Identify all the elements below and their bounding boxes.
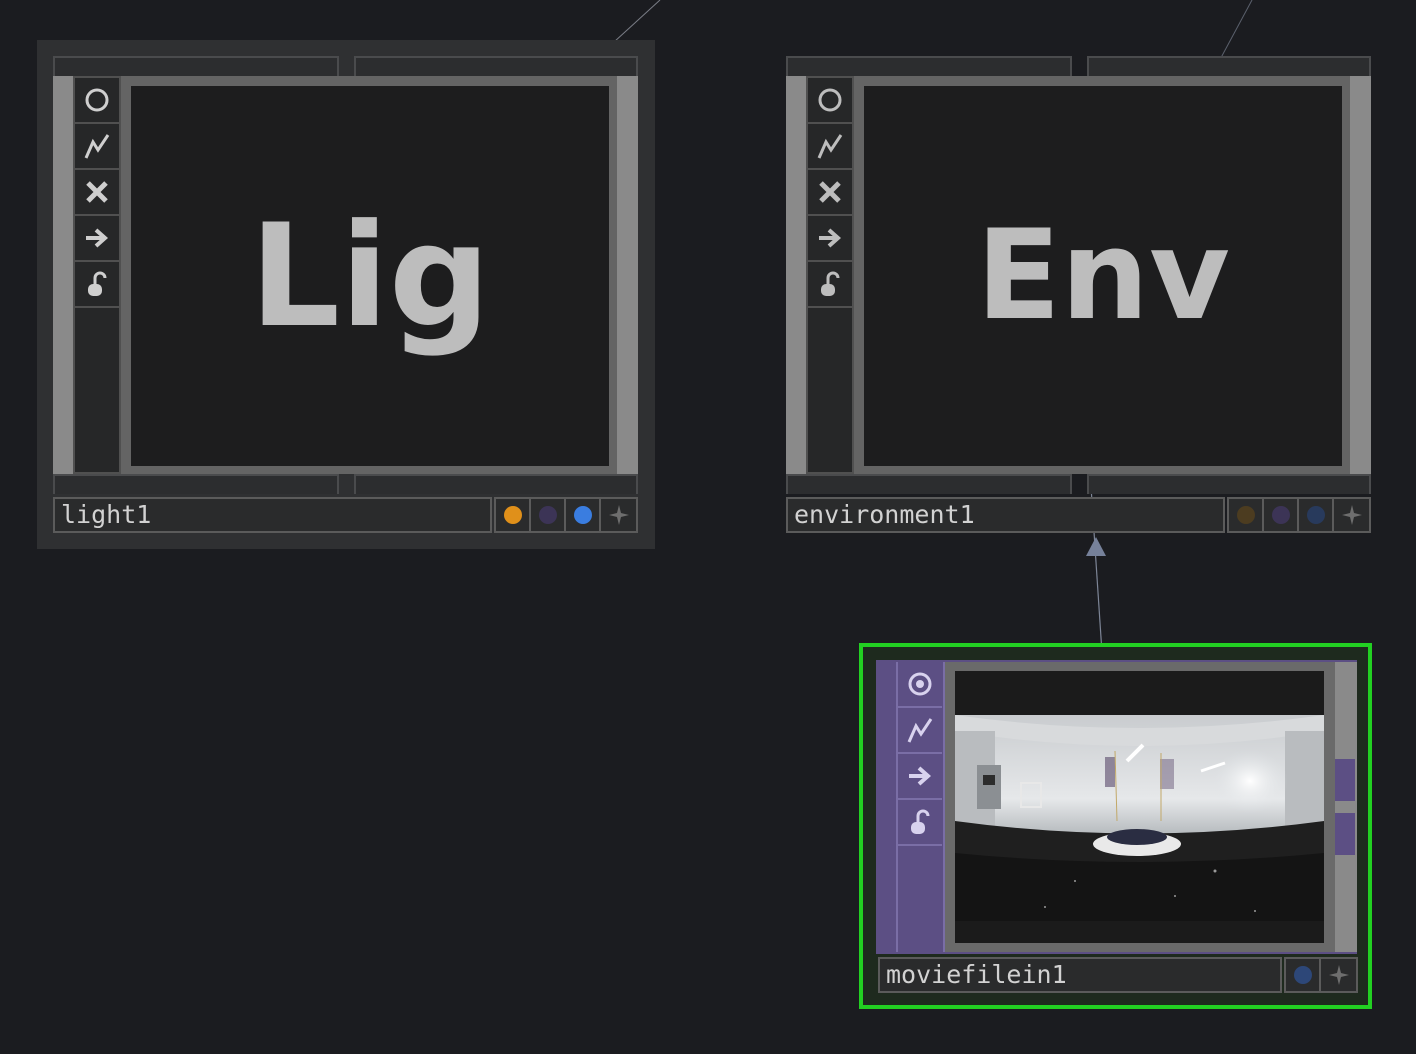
moviefilein1-output-connector-top[interactable] bbox=[1335, 759, 1355, 801]
lock-icon[interactable] bbox=[808, 262, 852, 308]
moviefilein1-toolbar bbox=[898, 662, 945, 952]
environment1-right-rail bbox=[1350, 76, 1371, 474]
more-flag[interactable] bbox=[1321, 959, 1356, 991]
environment1-viewer-label: Env bbox=[976, 204, 1230, 348]
environment1-left-rail bbox=[786, 76, 806, 474]
moviefilein1-node[interactable]: moviefilein1 bbox=[859, 643, 1372, 1009]
environment1-output-connector-right[interactable] bbox=[1087, 474, 1371, 494]
light1-input-connector-left[interactable] bbox=[53, 56, 339, 76]
moviefilein1-flags bbox=[1284, 957, 1358, 993]
sparkle-icon bbox=[608, 505, 629, 525]
viewer-flag-dot bbox=[1293, 966, 1312, 984]
lock-icon[interactable] bbox=[75, 262, 119, 308]
bypass-icon[interactable] bbox=[808, 170, 852, 216]
render-flag-dot bbox=[503, 506, 522, 524]
environment1-output-connector-left[interactable] bbox=[786, 474, 1072, 494]
pick-flag[interactable] bbox=[566, 499, 602, 531]
pick-flag-dot bbox=[573, 506, 592, 524]
bypass-icon[interactable] bbox=[75, 170, 119, 216]
wire-into-light1 bbox=[613, 0, 661, 43]
light1-name-field[interactable]: light1 bbox=[53, 497, 492, 533]
panorama-preview-image bbox=[955, 671, 1324, 943]
light1-toolbar bbox=[73, 76, 121, 474]
cook-icon[interactable] bbox=[898, 708, 942, 754]
light1-node[interactable]: Lig light1 bbox=[37, 40, 655, 549]
display-flag-dot bbox=[1271, 506, 1290, 524]
light1-viewer-label: Lig bbox=[249, 193, 491, 359]
display-flag-dot bbox=[538, 506, 557, 524]
light1-right-rail bbox=[617, 76, 638, 474]
environment1-name-field[interactable]: environment1 bbox=[786, 497, 1225, 533]
viewer-toggle-icon[interactable] bbox=[898, 662, 942, 708]
environment1-input-connector-right[interactable] bbox=[1087, 56, 1371, 76]
export-icon[interactable] bbox=[808, 216, 852, 262]
export-icon[interactable] bbox=[75, 216, 119, 262]
light1-input-connector-right[interactable] bbox=[354, 56, 638, 76]
cook-icon[interactable] bbox=[75, 124, 119, 170]
viewer-flag[interactable] bbox=[1286, 959, 1322, 991]
sparkle-icon bbox=[1328, 965, 1349, 985]
environment1-input-connector-left[interactable] bbox=[786, 56, 1072, 76]
export-icon[interactable] bbox=[898, 754, 942, 800]
render-flag[interactable] bbox=[496, 499, 532, 531]
more-flag[interactable] bbox=[1334, 499, 1369, 531]
light1-viewer[interactable]: Lig bbox=[131, 86, 609, 466]
render-flag-dot bbox=[1236, 506, 1255, 524]
environment1-toolbar bbox=[806, 76, 854, 474]
moviefilein1-name-field[interactable]: moviefilein1 bbox=[878, 957, 1282, 993]
environment1-node[interactable]: Env environment1 bbox=[770, 40, 1388, 549]
moviefilein1-output-connector-bottom[interactable] bbox=[1335, 813, 1355, 855]
light1-output-connector-right[interactable] bbox=[354, 474, 638, 494]
moviefilein1-viewer[interactable] bbox=[955, 671, 1324, 943]
display-flag[interactable] bbox=[1264, 499, 1300, 531]
light1-flags bbox=[494, 497, 638, 533]
environment1-flags bbox=[1227, 497, 1371, 533]
render-flag[interactable] bbox=[1229, 499, 1265, 531]
pick-flag[interactable] bbox=[1299, 499, 1335, 531]
sparkle-icon bbox=[1341, 505, 1362, 525]
viewer-toggle-icon[interactable] bbox=[808, 78, 852, 124]
display-flag[interactable] bbox=[531, 499, 567, 531]
light1-output-connector-left[interactable] bbox=[53, 474, 339, 494]
lock-icon[interactable] bbox=[898, 800, 942, 846]
light1-left-rail bbox=[53, 76, 73, 474]
moviefilein1-left-rail bbox=[878, 662, 898, 952]
environment1-viewer[interactable]: Env bbox=[864, 86, 1342, 466]
moviefilein1-right-rail bbox=[1335, 662, 1357, 952]
more-flag[interactable] bbox=[601, 499, 636, 531]
pick-flag-dot bbox=[1306, 506, 1325, 524]
viewer-toggle-icon[interactable] bbox=[75, 78, 119, 124]
cook-icon[interactable] bbox=[808, 124, 852, 170]
